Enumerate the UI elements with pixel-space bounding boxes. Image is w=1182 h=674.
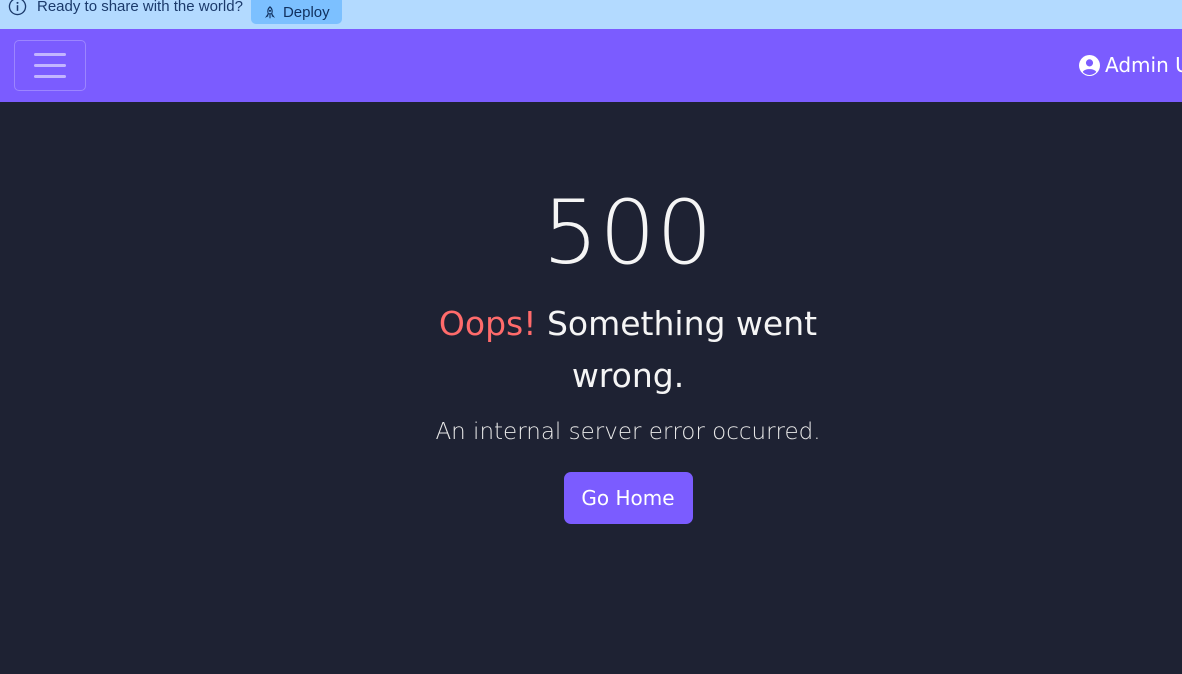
error-message: An internal server error occurred. [435, 419, 821, 445]
headline-text: Something went wrong. [546, 304, 818, 395]
rocket-icon [263, 5, 277, 20]
navbar-toggler[interactable] [14, 40, 86, 91]
error-code: 500 [542, 181, 714, 284]
user-circle-icon [1079, 54, 1100, 76]
hamburger-icon [34, 53, 66, 78]
navbar: Admin U [0, 29, 1182, 102]
go-home-button[interactable]: Go Home [563, 472, 693, 524]
deploy-button-label: Deploy [282, 4, 330, 21]
user-menu[interactable]: Admin U [1079, 53, 1182, 77]
deploy-button[interactable]: Deploy [250, 0, 342, 24]
error-panel: 500 Oops! Something went wrong. An inter… [428, 180, 828, 524]
error-headline: Oops! Something went wrong. [428, 298, 828, 402]
oops-text: Oops! [438, 304, 537, 343]
info-circle-icon [7, 0, 27, 17]
user-menu-label: Admin U [1105, 53, 1182, 77]
deploy-banner: Ready to share with the world? Deploy [0, 0, 1182, 29]
banner-message: Ready to share with the world? [37, 0, 243, 15]
